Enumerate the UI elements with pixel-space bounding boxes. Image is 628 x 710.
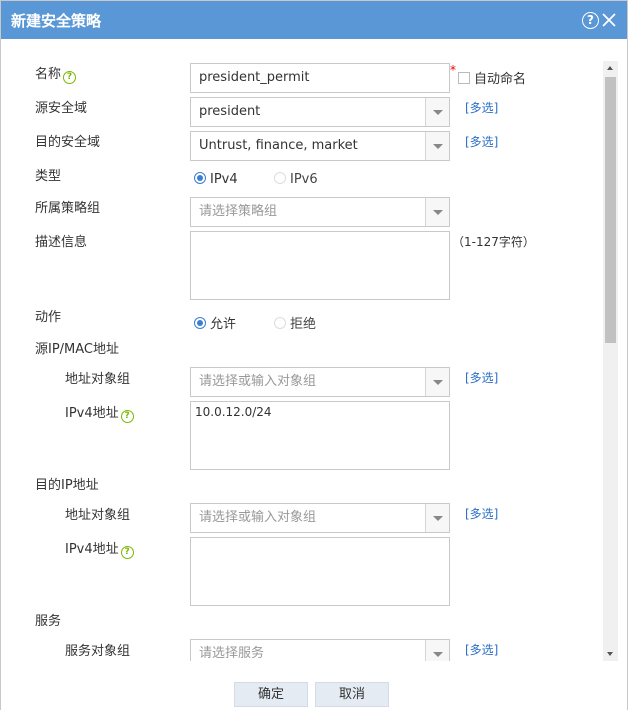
help-icon[interactable]: ? bbox=[582, 12, 599, 29]
radio-empty-icon[interactable] bbox=[274, 172, 286, 184]
dst-addr-group-multi-link[interactable]: [多选] bbox=[465, 505, 498, 522]
dst-zone-value: Untrust, finance, market bbox=[199, 138, 358, 153]
dst-zone-multi-link[interactable]: [多选] bbox=[465, 133, 498, 150]
description-length-hint: （1-127字符） bbox=[452, 235, 535, 249]
name-label: 名称? bbox=[35, 63, 77, 84]
type-option-ipv4: IPv4 bbox=[210, 172, 238, 187]
src-zone-label: 源安全域 bbox=[35, 101, 88, 116]
dialog-body: 名称? president_permit * 自动命名 源安全域 preside… bbox=[1, 39, 627, 661]
radio-selected-icon[interactable] bbox=[194, 317, 206, 329]
action-radio-deny[interactable]: 拒绝 bbox=[274, 313, 316, 332]
dst-zone-select[interactable]: Untrust, finance, market bbox=[190, 131, 450, 161]
dialog-titlebar: 新建安全策略 ? bbox=[1, 1, 627, 39]
src-ipv4-label-text: IPv4地址 bbox=[65, 406, 119, 421]
help-circle-icon[interactable]: ? bbox=[120, 410, 134, 423]
name-input[interactable]: president_permit bbox=[190, 63, 450, 93]
dst-addr-group-label: 地址对象组 bbox=[65, 508, 131, 523]
dropdown-arrow-icon[interactable] bbox=[425, 98, 449, 126]
ok-button[interactable]: 确定 bbox=[234, 682, 308, 707]
dst-addr-group-select[interactable]: 请选择或输入对象组 bbox=[190, 503, 450, 533]
action-option-permit: 允许 bbox=[210, 317, 237, 332]
src-ipv4-label: IPv4地址? bbox=[65, 402, 134, 423]
type-option-ipv6: IPv6 bbox=[290, 172, 318, 187]
scroll-down-arrow-icon[interactable] bbox=[603, 647, 618, 661]
src-addr-group-select[interactable]: 请选择或输入对象组 bbox=[190, 367, 450, 397]
action-option-deny: 拒绝 bbox=[290, 317, 317, 332]
cancel-button[interactable]: 取消 bbox=[315, 682, 389, 707]
dst-ipv4-label: IPv4地址? bbox=[65, 538, 134, 559]
description-label: 描述信息 bbox=[35, 235, 88, 250]
service-section-label: 服务 bbox=[35, 614, 62, 629]
dst-addr-group-placeholder: 请选择或输入对象组 bbox=[199, 510, 317, 525]
type-radio-ipv4[interactable]: IPv4 bbox=[194, 172, 238, 187]
service-group-placeholder: 请选择服务 bbox=[199, 646, 265, 661]
dialog-footer: 确定 取消 bbox=[1, 661, 627, 710]
auto-name-checkbox[interactable]: 自动命名 bbox=[458, 68, 526, 87]
service-group-select[interactable]: 请选择服务 bbox=[190, 639, 450, 661]
src-addr-group-label: 地址对象组 bbox=[65, 372, 131, 387]
service-group-multi-link[interactable]: [多选] bbox=[465, 641, 498, 658]
policy-group-placeholder: 请选择策略组 bbox=[199, 204, 278, 219]
radio-selected-icon[interactable] bbox=[194, 172, 206, 184]
src-addr-group-placeholder: 请选择或输入对象组 bbox=[199, 374, 317, 389]
src-ipv4-textarea[interactable]: 10.0.12.0/24 bbox=[190, 401, 450, 470]
close-icon[interactable] bbox=[601, 12, 617, 28]
policy-group-label: 所属策略组 bbox=[35, 201, 101, 216]
dialog-title: 新建安全策略 bbox=[11, 12, 102, 30]
description-textarea[interactable] bbox=[190, 231, 450, 300]
policy-group-select[interactable]: 请选择策略组 bbox=[190, 197, 450, 227]
dropdown-arrow-icon[interactable] bbox=[425, 368, 449, 396]
dst-ipv4-label-text: IPv4地址 bbox=[65, 542, 119, 557]
radio-empty-icon[interactable] bbox=[274, 317, 286, 329]
src-addr-group-multi-link[interactable]: [多选] bbox=[465, 369, 498, 386]
dst-ip-section-label: 目的IP地址 bbox=[35, 478, 99, 493]
dropdown-arrow-icon[interactable] bbox=[425, 504, 449, 532]
checkbox-icon[interactable] bbox=[458, 72, 470, 84]
required-mark: * bbox=[450, 63, 456, 77]
dst-ipv4-textarea[interactable] bbox=[190, 537, 450, 606]
type-label: 类型 bbox=[35, 169, 62, 184]
name-label-text: 名称 bbox=[35, 67, 62, 82]
scroll-up-arrow-icon[interactable] bbox=[603, 61, 618, 75]
vertical-scrollbar[interactable] bbox=[603, 61, 618, 661]
src-ip-mac-section-label: 源IP/MAC地址 bbox=[35, 342, 120, 357]
dropdown-arrow-icon[interactable] bbox=[425, 640, 449, 661]
new-security-policy-dialog: 新建安全策略 ? 名称? president_permit * 自动命名 源安全… bbox=[0, 0, 628, 710]
help-circle-icon[interactable]: ? bbox=[120, 546, 134, 559]
scrollbar-thumb[interactable] bbox=[605, 77, 616, 343]
action-radio-permit[interactable]: 允许 bbox=[194, 313, 236, 332]
auto-name-label: 自动命名 bbox=[474, 72, 527, 87]
help-circle-icon[interactable]: ? bbox=[63, 71, 77, 84]
dropdown-arrow-icon[interactable] bbox=[425, 132, 449, 160]
src-zone-value: president bbox=[199, 104, 261, 119]
src-zone-select[interactable]: president bbox=[190, 97, 450, 127]
dropdown-arrow-icon[interactable] bbox=[425, 198, 449, 226]
dst-zone-label: 目的安全域 bbox=[35, 135, 101, 150]
action-label: 动作 bbox=[35, 310, 62, 325]
src-zone-multi-link[interactable]: [多选] bbox=[465, 99, 498, 116]
type-radio-ipv6[interactable]: IPv6 bbox=[274, 172, 318, 187]
service-group-label: 服务对象组 bbox=[65, 644, 131, 659]
